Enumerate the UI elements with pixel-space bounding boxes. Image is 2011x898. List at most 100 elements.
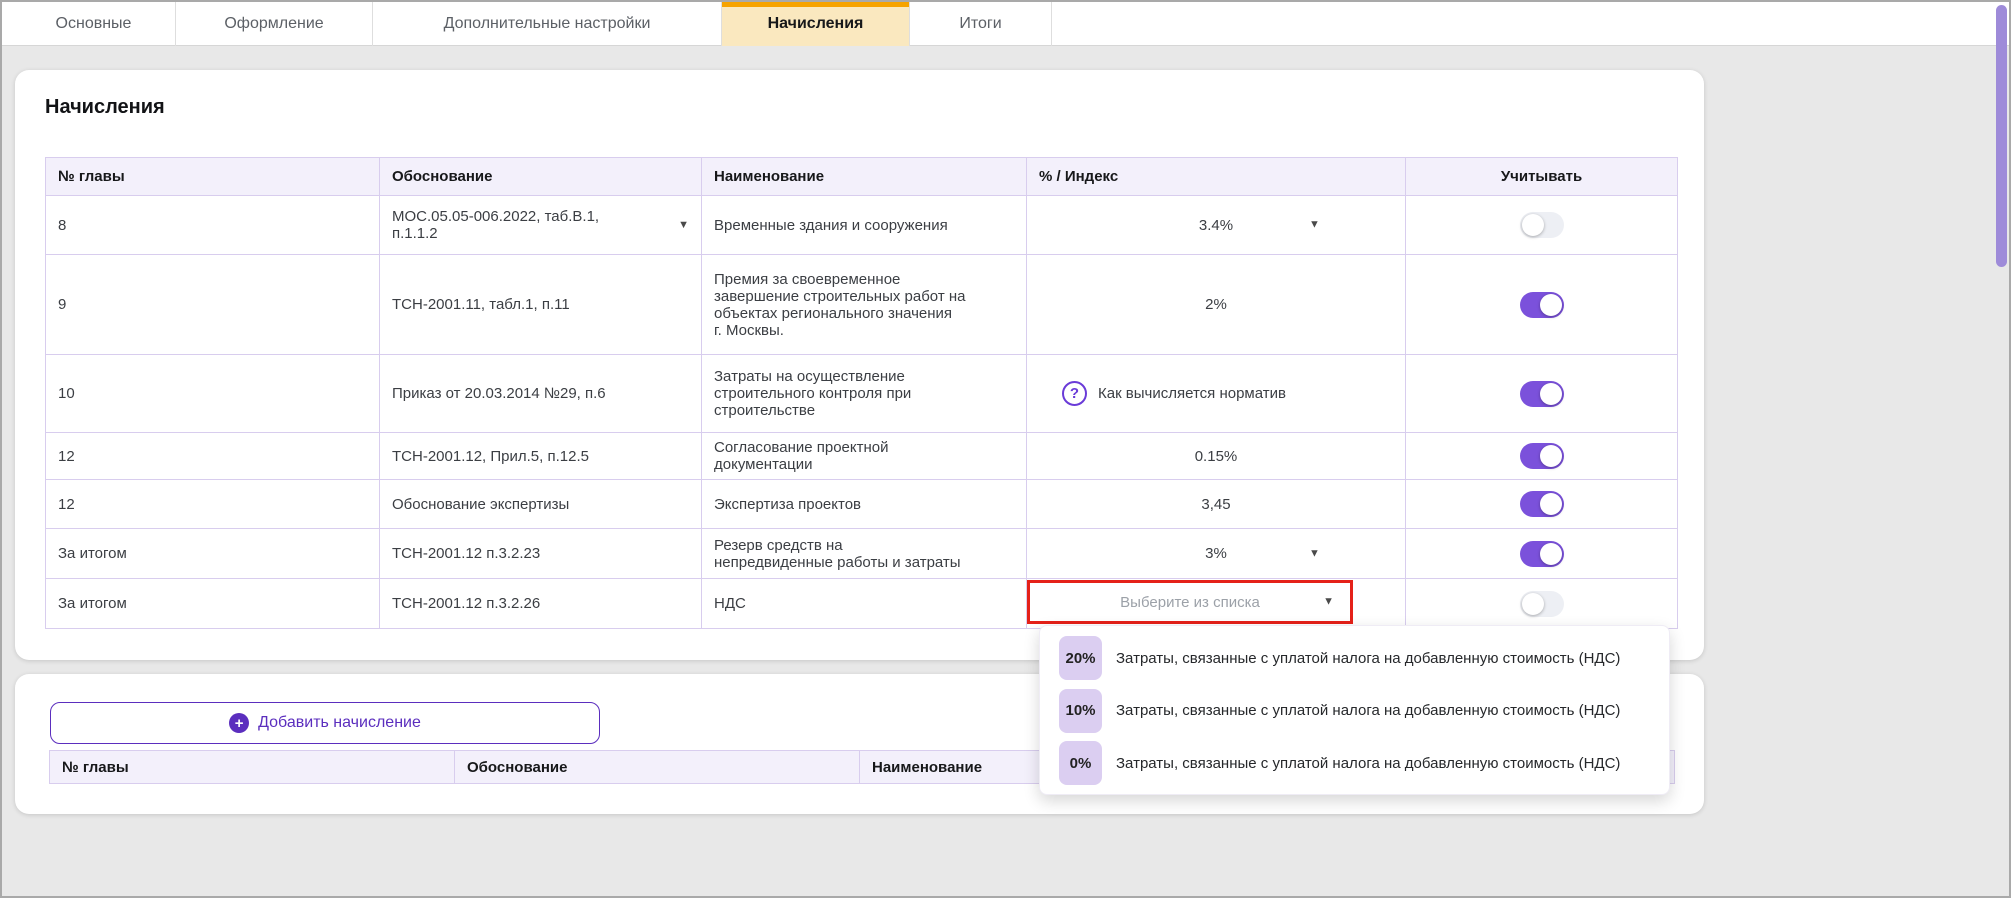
cell-include bbox=[1405, 479, 1678, 529]
cell-name: НДС bbox=[701, 578, 1027, 629]
vat-option-10[interactable]: 10% Затраты, связанные с уплатой налога … bbox=[1040, 685, 1669, 738]
toggle-knob bbox=[1539, 445, 1562, 467]
cell-chapter: 12 bbox=[45, 432, 380, 480]
page-title: Начисления bbox=[45, 96, 165, 118]
cell-chapter: 8 bbox=[45, 195, 380, 255]
cell-value-select[interactable]: 3% ▼ bbox=[1026, 528, 1406, 579]
toggle-knob bbox=[1521, 592, 1544, 615]
col-header-chapter: № главы bbox=[45, 157, 380, 196]
cell-name: Премия за своевременное завершение строи… bbox=[701, 254, 1027, 355]
basis-text: МОС.05.05-006.2022, таб.В.1, п.1.1.2 bbox=[392, 208, 600, 242]
include-toggle[interactable] bbox=[1519, 380, 1564, 407]
cell-basis: Приказ от 20.03.2014 №29, п.6 bbox=[379, 354, 702, 433]
plus-circle-icon: + bbox=[229, 713, 250, 733]
table-row: 12 Обоснование экспертизы Экспертиза про… bbox=[45, 479, 1678, 529]
page-content: Начисления № главы Обоснование Наименова… bbox=[2, 46, 2009, 896]
tab-dopolnitelnye-nastroyki[interactable]: Дополнительные настройки bbox=[373, 2, 722, 46]
table-row: За итогом ТСН-2001.12 п.3.2.26 НДС Выбер… bbox=[45, 578, 1678, 629]
percent-badge: 20% bbox=[1059, 636, 1102, 681]
select-placeholder: Выберите из списка bbox=[1120, 593, 1260, 611]
table-row: За итогом ТСН-2001.12 п.3.2.23 Резерв ср… bbox=[45, 528, 1678, 579]
toggle-knob bbox=[1539, 382, 1562, 405]
cell-include bbox=[1405, 254, 1678, 355]
col-header-name: Наименование bbox=[701, 157, 1027, 196]
vat-select-highlighted[interactable]: Выберите из списка ▼ bbox=[1027, 580, 1353, 624]
cell-basis: ТСН-2001.12 п.3.2.26 bbox=[379, 578, 702, 629]
cell-include bbox=[1405, 432, 1678, 480]
tab-label: Оформление bbox=[224, 15, 324, 32]
tab-osnovnye[interactable]: Основные bbox=[12, 2, 176, 46]
cell-name: Резерв средств на непредвиденные работы … bbox=[701, 528, 1027, 579]
vat-option-label: Затраты, связанные с уплатой налога на д… bbox=[1116, 649, 1621, 667]
include-toggle[interactable] bbox=[1519, 291, 1564, 318]
cell-name: Временные здания и сооружения bbox=[701, 195, 1027, 255]
chevron-down-icon[interactable]: ▼ bbox=[678, 219, 689, 231]
col-header-value: % / Индекс bbox=[1026, 157, 1406, 196]
cell-name: Согласование проектной документации bbox=[701, 432, 1027, 480]
cell-basis: ТСН-2001.11, табл.1, п.11 bbox=[379, 254, 702, 355]
table-row: 9 ТСН-2001.11, табл.1, п.11 Премия за св… bbox=[45, 254, 1678, 355]
cell-value-select[interactable]: 3.4% ▼ bbox=[1026, 195, 1406, 255]
tab-label: Начисления bbox=[767, 15, 864, 32]
tab-bar: Основные Оформление Дополнительные настр… bbox=[2, 2, 2009, 46]
chevron-down-icon[interactable]: ▼ bbox=[1309, 548, 1320, 559]
vat-dropdown-menu: 20% Затраты, связанные с уплатой налога … bbox=[1039, 625, 1670, 795]
question-circle-icon[interactable]: ? bbox=[1062, 381, 1087, 406]
cell-chapter: 9 bbox=[45, 254, 380, 355]
cell-help-link: ? Как вычисляется норматив bbox=[1026, 354, 1406, 433]
cell-value: 0.15% bbox=[1026, 432, 1406, 480]
add-accrual-button[interactable]: + Добавить начисление bbox=[50, 702, 600, 744]
col-header-include: Учитывать bbox=[1405, 157, 1678, 196]
vertical-scrollbar-thumb[interactable] bbox=[1996, 5, 2007, 267]
cell-include bbox=[1405, 195, 1678, 255]
vat-option-0[interactable]: 0% Затраты, связанные с уплатой налога н… bbox=[1040, 737, 1669, 790]
cell-include bbox=[1405, 528, 1678, 579]
cell-basis: Обоснование экспертизы bbox=[379, 479, 702, 529]
include-toggle[interactable] bbox=[1519, 212, 1564, 238]
vat-option-label: Затраты, связанные с уплатой налога на д… bbox=[1116, 702, 1621, 720]
tab-itogi[interactable]: Итоги bbox=[910, 2, 1052, 46]
app-window: Основные Оформление Дополнительные настр… bbox=[0, 0, 2011, 898]
include-toggle[interactable] bbox=[1519, 540, 1564, 567]
include-toggle[interactable] bbox=[1519, 590, 1564, 617]
cell-name: Затраты на осуществление строительного к… bbox=[701, 354, 1027, 433]
table-row: 8 МОС.05.05-006.2022, таб.В.1, п.1.1.2 ▼… bbox=[45, 195, 1678, 255]
tab-label: Дополнительные настройки bbox=[443, 15, 651, 32]
cell-chapter: 10 bbox=[45, 354, 380, 433]
table-row: 12 ТСН-2001.12, Прил.5, п.12.5 Согласова… bbox=[45, 432, 1678, 480]
cell-vat-select: Выберите из списка ▼ bbox=[1026, 578, 1406, 629]
cell-basis: ТСН-2001.12, Прил.5, п.12.5 bbox=[379, 432, 702, 480]
tab-oformlenie[interactable]: Оформление bbox=[176, 2, 373, 46]
toggle-knob bbox=[1539, 542, 1562, 565]
col-header-basis: Обоснование bbox=[455, 751, 860, 783]
vat-option-20[interactable]: 20% Затраты, связанные с уплатой налога … bbox=[1040, 632, 1669, 685]
chevron-down-icon[interactable]: ▼ bbox=[1323, 596, 1334, 608]
table-row: 10 Приказ от 20.03.2014 №29, п.6 Затраты… bbox=[45, 354, 1678, 433]
accruals-card: Начисления № главы Обоснование Наименова… bbox=[15, 70, 1704, 660]
col-header-basis: Обоснование bbox=[379, 157, 702, 196]
cell-value: 3,45 bbox=[1026, 479, 1406, 529]
col-header-chapter: № главы bbox=[50, 751, 455, 783]
table-header-row: № главы Обоснование Наименование % / Инд… bbox=[45, 157, 1678, 196]
percent-badge: 0% bbox=[1059, 741, 1102, 786]
toggle-knob bbox=[1521, 214, 1544, 236]
value-text: 3% bbox=[1205, 545, 1227, 562]
help-link-text[interactable]: Как вычисляется норматив bbox=[1098, 385, 1286, 402]
add-accrual-label: Добавить начисление bbox=[258, 714, 421, 731]
cell-basis-select[interactable]: МОС.05.05-006.2022, таб.В.1, п.1.1.2 ▼ bbox=[379, 195, 702, 255]
tab-label: Основные bbox=[55, 15, 132, 32]
cell-chapter: 12 bbox=[45, 479, 380, 529]
cell-include bbox=[1405, 354, 1678, 433]
cell-chapter: За итогом bbox=[45, 578, 380, 629]
tab-nachisleniya-active[interactable]: Начисления bbox=[722, 2, 910, 46]
vat-option-label: Затраты, связанные с уплатой налога на д… bbox=[1116, 754, 1621, 772]
percent-badge: 10% bbox=[1059, 688, 1102, 733]
cell-chapter: За итогом bbox=[45, 528, 380, 579]
cell-value: 2% bbox=[1026, 254, 1406, 355]
toggle-knob bbox=[1539, 293, 1562, 316]
accruals-table: № главы Обоснование Наименование % / Инд… bbox=[45, 157, 1678, 629]
include-toggle[interactable] bbox=[1519, 491, 1564, 517]
include-toggle[interactable] bbox=[1519, 443, 1564, 469]
chevron-down-icon[interactable]: ▼ bbox=[1309, 219, 1320, 231]
cell-basis: ТСН-2001.12 п.3.2.23 bbox=[379, 528, 702, 579]
